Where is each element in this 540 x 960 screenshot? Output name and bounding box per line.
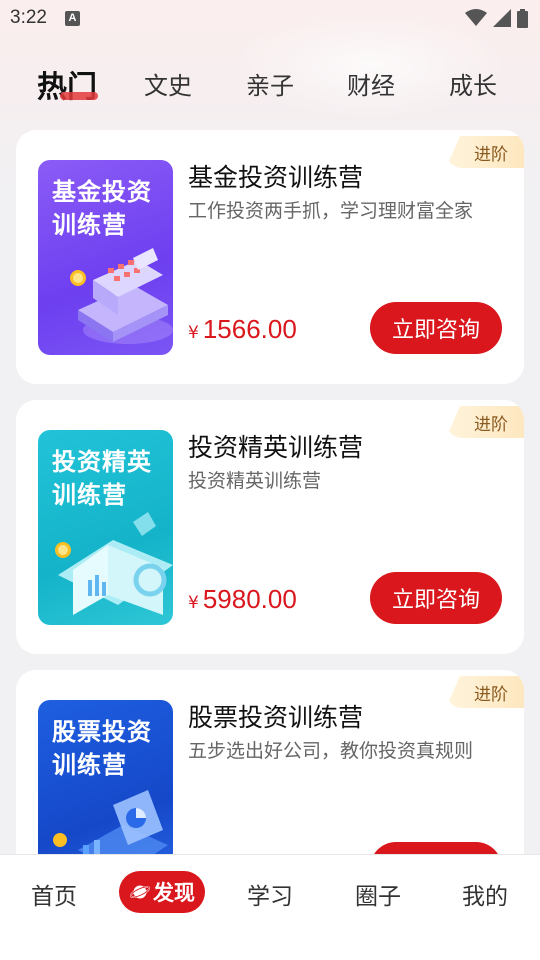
currency-symbol: ¥ bbox=[188, 323, 199, 343]
nav-study[interactable]: 学习 bbox=[247, 877, 293, 911]
currency-symbol: ¥ bbox=[188, 593, 199, 613]
course-description: 投资精英训练营 bbox=[188, 470, 322, 492]
consult-button[interactable]: 立即咨询 bbox=[370, 302, 502, 354]
tab-parenting[interactable]: 亲子 bbox=[246, 66, 294, 101]
battery-icon bbox=[517, 8, 528, 28]
course-thumbnail[interactable]: 基金投资 训练营 bbox=[38, 160, 173, 355]
nav-discover[interactable]: 发现 bbox=[119, 871, 205, 913]
course-card[interactable]: 进阶 投资精英 训练营 投资精英训练营 投资精英训练营 ¥ 5980.00 立即… bbox=[16, 400, 524, 654]
consult-button[interactable]: 立即咨询 bbox=[370, 572, 502, 624]
course-title[interactable]: 股票投资训练营 bbox=[188, 698, 363, 734]
course-thumbnail[interactable]: 投资精英 训练营 bbox=[38, 430, 173, 625]
thumbnail-title: 股票投资 训练营 bbox=[52, 718, 152, 779]
active-tab-indicator bbox=[60, 92, 98, 100]
notification-icon: A bbox=[64, 10, 80, 26]
bottom-navigation: 首页 发现 学习 圈子 我的 bbox=[0, 854, 540, 960]
course-price: ¥ 1566.00 bbox=[188, 314, 297, 345]
course-title[interactable]: 投资精英训练营 bbox=[188, 428, 363, 464]
nav-discover-label: 发现 bbox=[153, 881, 195, 905]
tab-history[interactable]: 文史 bbox=[144, 66, 192, 101]
price-value: 1566.00 bbox=[202, 314, 297, 344]
course-title[interactable]: 基金投资训练营 bbox=[188, 158, 363, 194]
course-price: ¥ 5980.00 bbox=[188, 584, 297, 615]
thumbnail-title: 基金投资 训练营 bbox=[52, 178, 152, 239]
category-tabs: 热门 文史 亲子 财经 成长 bbox=[0, 60, 540, 110]
level-badge: 进阶 bbox=[446, 676, 524, 708]
level-badge: 进阶 bbox=[446, 136, 524, 168]
course-card[interactable]: 进阶 基金投资 训练营 基金投资训练营 工作投资两手抓，学习理财富全家 ¥ 15… bbox=[16, 130, 524, 384]
tab-growth[interactable]: 成长 bbox=[449, 66, 497, 101]
course-description: 五步选出好公司，教你投资真规则 bbox=[188, 740, 474, 762]
thumbnail-title: 投资精英 训练营 bbox=[52, 448, 152, 509]
signal-icon bbox=[493, 9, 511, 27]
price-value: 5980.00 bbox=[202, 584, 297, 614]
nav-mine[interactable]: 我的 bbox=[462, 877, 508, 911]
planet-icon bbox=[129, 885, 151, 899]
status-bar: 3:22 A bbox=[0, 0, 540, 36]
course-description: 工作投资两手抓，学习理财富全家 bbox=[188, 200, 474, 222]
nav-home[interactable]: 首页 bbox=[31, 877, 77, 911]
wifi-icon bbox=[465, 9, 487, 26]
status-time: 3:22 bbox=[10, 7, 47, 28]
tab-finance[interactable]: 财经 bbox=[347, 66, 395, 101]
status-icons bbox=[465, 8, 528, 28]
level-badge: 进阶 bbox=[446, 406, 524, 438]
nav-circle[interactable]: 圈子 bbox=[355, 877, 401, 911]
